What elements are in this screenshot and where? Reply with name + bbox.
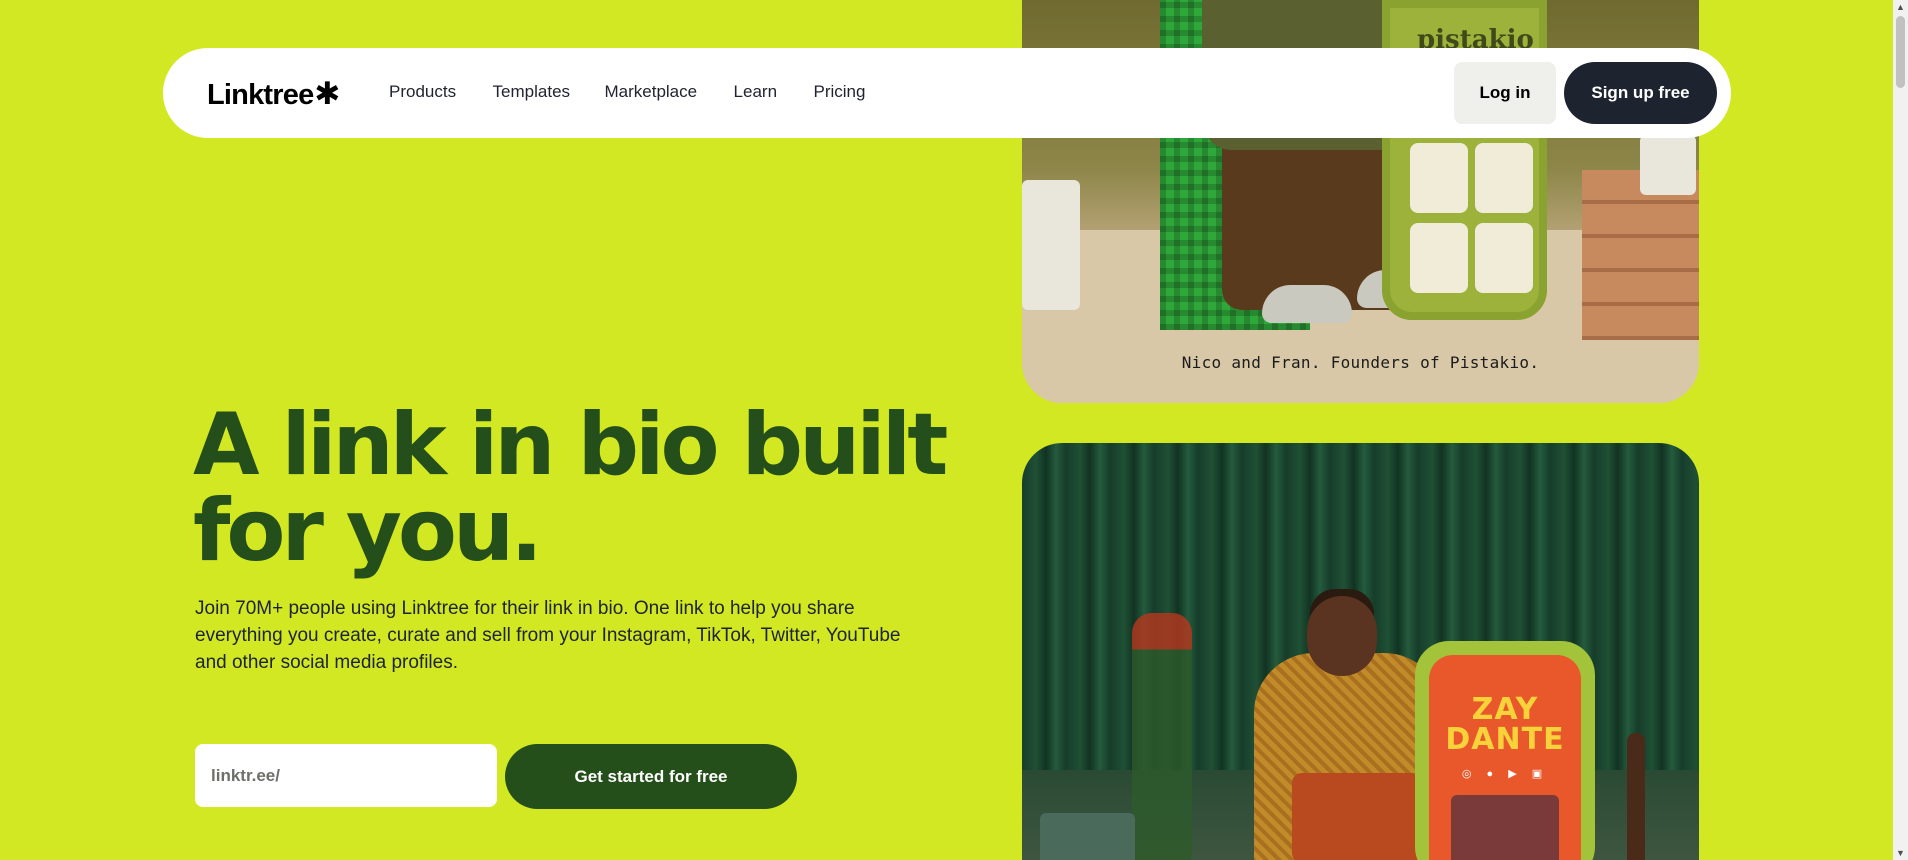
hero-title: A link in bio built for you. — [193, 402, 953, 574]
photo-person-head — [1307, 596, 1377, 676]
nav-link-pricing[interactable]: Pricing — [813, 82, 865, 102]
photo-product-tile — [1410, 223, 1468, 293]
photo-spread-bucket — [1640, 135, 1696, 195]
photo-giant-phone: ZAY DANTE ◎ ● ▶ ▣ — [1415, 641, 1595, 860]
nav-link-templates[interactable]: Templates — [493, 82, 570, 102]
photo-caption: Nico and Fran. Founders of Pistakio. — [1181, 353, 1540, 372]
nav-link-learn[interactable]: Learn — [734, 82, 777, 102]
hero-title-line2: for you. — [193, 481, 543, 581]
photo-zay-dante: ZAY DANTE ◎ ● ▶ ▣ — [1022, 443, 1699, 860]
photo-phone-title: ZAY DANTE — [1429, 695, 1581, 755]
top-navbar: Linktree✱ Products Templates Marketplace… — [163, 48, 1731, 138]
photo-phone-social-icons: ◎ ● ▶ ▣ — [1461, 768, 1549, 780]
signup-button[interactable]: Sign up free — [1564, 62, 1717, 124]
asterisk-logo-icon: ✱ — [314, 76, 340, 111]
photo-phone-title-line1: ZAY — [1471, 692, 1539, 727]
scroll-up-arrow-icon[interactable]: ▲ — [1893, 0, 1908, 14]
nav-link-marketplace[interactable]: Marketplace — [604, 82, 697, 102]
photo-shoe — [1262, 285, 1352, 323]
hero-title-line1: A link in bio built — [193, 395, 948, 495]
linktree-logo[interactable]: Linktree✱ — [207, 76, 340, 112]
login-button[interactable]: Log in — [1454, 62, 1556, 124]
photo-person-pants — [1292, 773, 1422, 860]
photo-cardboard-boxes — [1582, 170, 1699, 340]
photo-product-tile — [1475, 143, 1533, 213]
username-input[interactable] — [195, 744, 497, 807]
hero-subtitle: Join 70M+ people using Linktree for thei… — [195, 598, 901, 673]
photo-product-tile — [1475, 223, 1533, 293]
photo-guitar — [1627, 733, 1645, 860]
scroll-down-arrow-icon[interactable]: ▼ — [1893, 846, 1908, 860]
photo-phone-artwork — [1451, 795, 1559, 860]
photo-turntable — [1040, 813, 1135, 860]
page-scrollbar[interactable]: ▲ ▼ — [1893, 0, 1908, 860]
photo-product-tile — [1410, 143, 1468, 213]
photo-spread-bucket — [1022, 240, 1080, 310]
get-started-button[interactable]: Get started for free — [505, 744, 797, 809]
photo-flowers — [1132, 613, 1192, 860]
nav-link-products[interactable]: Products — [389, 82, 456, 102]
nav-links: Products Templates Marketplace Learn Pri… — [389, 82, 897, 102]
logo-text: Linktree — [207, 79, 314, 111]
photo-phone-screen: ZAY DANTE ◎ ● ▶ ▣ — [1429, 655, 1581, 860]
scrollbar-thumb[interactable] — [1896, 16, 1905, 88]
photo-phone-title-line2: DANTE — [1445, 722, 1565, 757]
